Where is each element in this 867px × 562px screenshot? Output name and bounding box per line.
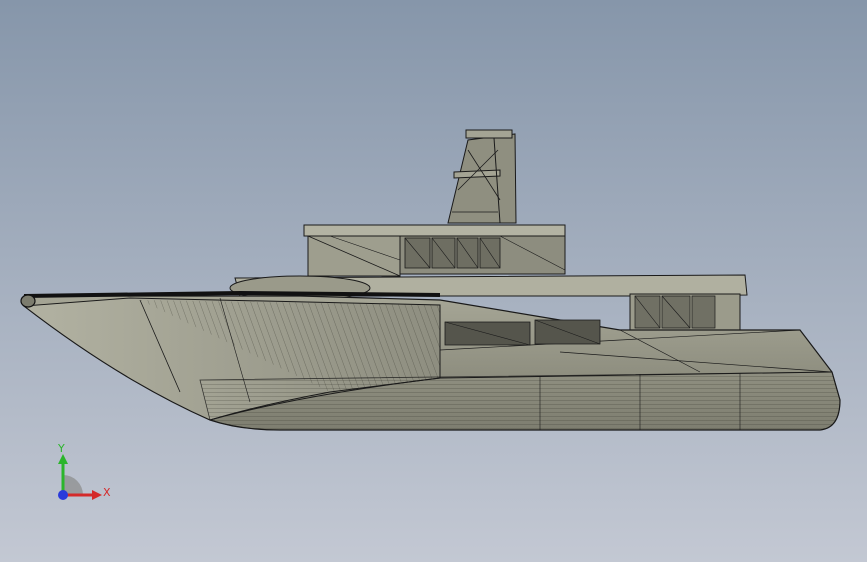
boat-model[interactable] xyxy=(0,0,867,562)
coordinate-triad: Y X xyxy=(48,440,118,510)
mast-structure[interactable] xyxy=(447,129,517,224)
z-axis-dot-icon xyxy=(58,490,68,500)
superstructure-bridge[interactable] xyxy=(303,224,566,277)
bridge-windows xyxy=(404,237,501,269)
aft-deck-windows xyxy=(634,295,716,329)
y-axis-arrow-icon xyxy=(58,454,68,464)
x-axis-label: X xyxy=(103,486,111,499)
stern-openings xyxy=(444,319,601,346)
graphics-viewport[interactable]: Y X xyxy=(0,0,867,562)
y-axis-label: Y xyxy=(58,442,65,455)
x-axis-arrow-icon xyxy=(92,490,102,500)
